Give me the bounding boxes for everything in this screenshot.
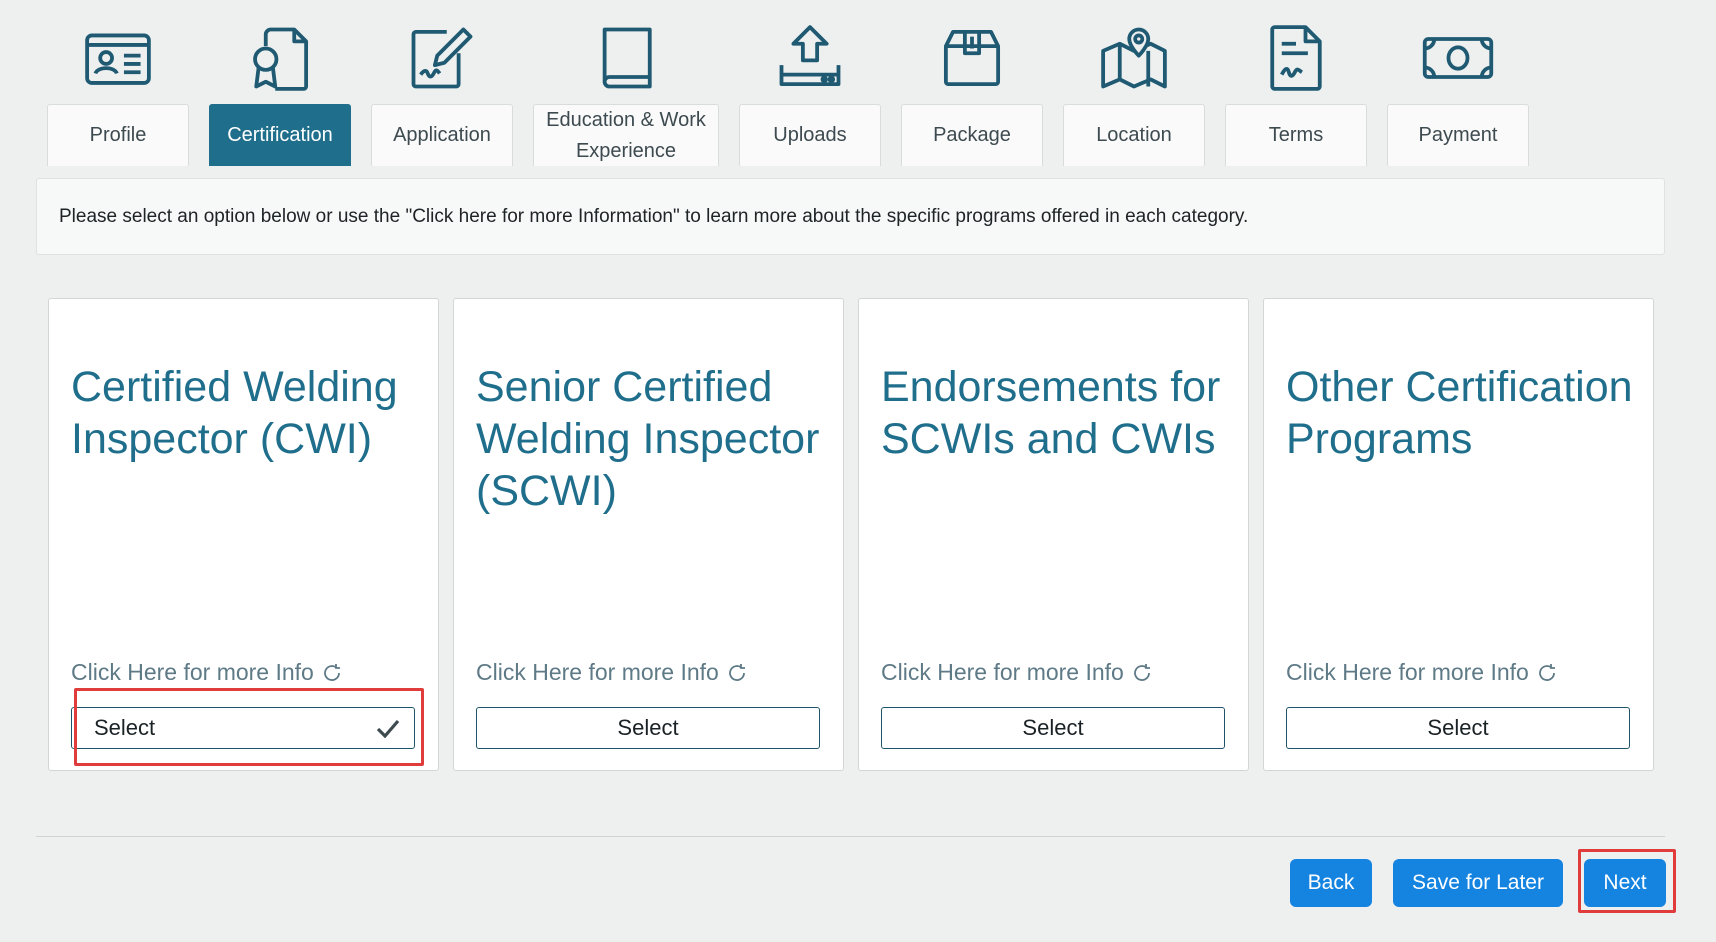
refresh-icon (1538, 663, 1555, 681)
step-uploads[interactable]: Uploads (739, 18, 881, 166)
more-info-label: Click Here for more Info (476, 659, 719, 685)
step-terms[interactable]: Terms (1225, 18, 1367, 166)
certificate-icon (235, 18, 325, 98)
tab-location[interactable]: Location (1063, 104, 1205, 166)
divider (36, 836, 1665, 837)
option-card-endorsements: Endorsements for SCWIs and CWIs Click He… (858, 298, 1249, 771)
signature-pen-icon (397, 18, 487, 98)
more-info-label: Click Here for more Info (71, 659, 314, 685)
check-icon (376, 719, 400, 738)
page: Profile Certification Application Educat… (0, 0, 1716, 942)
step-location[interactable]: Location (1063, 18, 1205, 166)
refresh-icon (323, 663, 340, 681)
back-button[interactable]: Back (1290, 859, 1372, 907)
select-label: Select (94, 715, 156, 740)
more-info-link[interactable]: Click Here for more Info (476, 659, 749, 686)
select-button[interactable]: Select (71, 707, 415, 749)
option-card-cwi: Certified Welding Inspector (CWI) Click … (48, 298, 439, 771)
map-pin-icon (1089, 18, 1179, 98)
select-button[interactable]: Select (476, 707, 820, 749)
refresh-icon (728, 663, 745, 681)
instructions-text: Please select an option below or use the… (59, 205, 1249, 227)
step-payment[interactable]: Payment (1387, 18, 1529, 166)
package-icon (927, 18, 1017, 98)
select-button[interactable]: Select (1286, 707, 1630, 749)
step-application[interactable]: Application (371, 18, 513, 166)
upload-icon (765, 18, 855, 98)
step-profile[interactable]: Profile (47, 18, 189, 166)
option-title: Other Certification Programs (1286, 363, 1633, 463)
step-certification[interactable]: Certification (209, 18, 351, 166)
option-card-scwi: Senior Certified Welding Inspector (SCWI… (453, 298, 844, 771)
save-for-later-button[interactable]: Save for Later (1393, 859, 1563, 907)
money-icon (1413, 18, 1503, 98)
more-info-link[interactable]: Click Here for more Info (71, 659, 344, 686)
more-info-label: Click Here for more Info (881, 659, 1124, 685)
more-info-link[interactable]: Click Here for more Info (1286, 659, 1559, 686)
tab-profile[interactable]: Profile (47, 104, 189, 166)
tab-package[interactable]: Package (901, 104, 1043, 166)
step-package[interactable]: Package (901, 18, 1043, 166)
tab-education[interactable]: Education & Work Experience (533, 104, 719, 166)
certification-options: Certified Welding Inspector (CWI) Click … (48, 298, 1654, 771)
more-info-label: Click Here for more Info (1286, 659, 1529, 685)
id-card-icon (73, 18, 163, 98)
step-education[interactable]: Education & Work Experience (533, 18, 719, 166)
document-signature-icon (1251, 18, 1341, 98)
option-title: Senior Certified Welding Inspector (SCWI… (476, 363, 820, 515)
option-title: Certified Welding Inspector (CWI) (71, 363, 398, 463)
next-button[interactable]: Next (1584, 859, 1666, 907)
book-icon (581, 18, 671, 98)
option-title: Endorsements for SCWIs and CWIs (881, 363, 1221, 463)
tab-payment[interactable]: Payment (1387, 104, 1529, 166)
tab-certification[interactable]: Certification (209, 104, 351, 166)
step-tabs: Profile Certification Application Educat… (47, 18, 1529, 166)
tab-terms[interactable]: Terms (1225, 104, 1367, 166)
instructions-bar: Please select an option below or use the… (36, 178, 1665, 255)
select-button[interactable]: Select (881, 707, 1225, 749)
tab-application[interactable]: Application (371, 104, 513, 166)
tab-uploads[interactable]: Uploads (739, 104, 881, 166)
more-info-link[interactable]: Click Here for more Info (881, 659, 1154, 686)
option-card-other: Other Certification Programs Click Here … (1263, 298, 1654, 771)
refresh-icon (1133, 663, 1150, 681)
